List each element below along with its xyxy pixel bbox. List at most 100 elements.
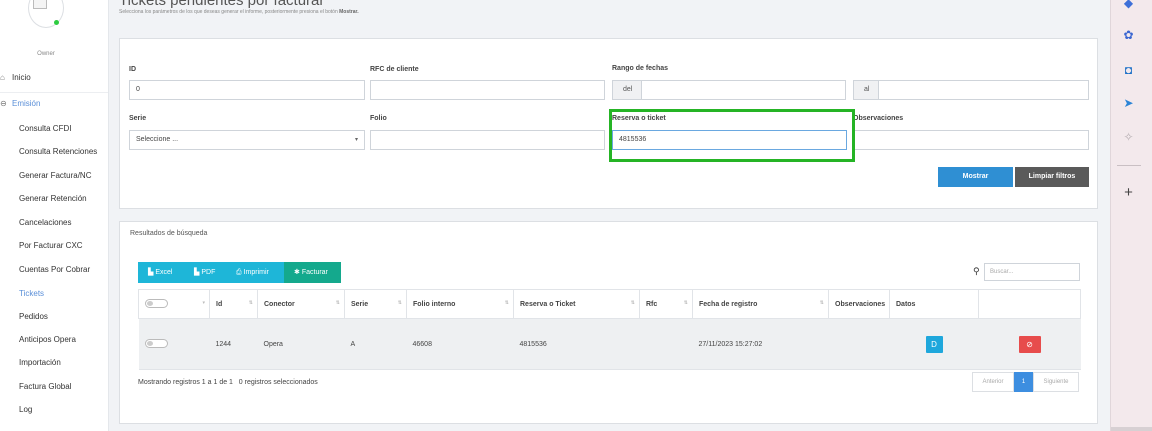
rfc-label: RFC de cliente: [370, 66, 419, 73]
search-input[interactable]: Buscar...: [984, 263, 1080, 281]
column-header-reserva[interactable]: Reserva o Ticket ⇅: [513, 289, 640, 319]
limpiar-filtros-button[interactable]: Limpiar filtros: [1015, 167, 1089, 187]
pager-next-button[interactable]: Siguiente: [1033, 372, 1079, 392]
sidebar-item-tickets[interactable]: Tickets: [19, 289, 109, 298]
mostrar-button[interactable]: Mostrar: [938, 167, 1013, 187]
user-role: Owner: [37, 51, 55, 57]
column-header-conector[interactable]: Conector ⇅: [257, 289, 345, 319]
puzzle-icon[interactable]: ✧: [1121, 130, 1136, 145]
column-header-serie[interactable]: Serie ⇅: [344, 289, 407, 319]
cell-actions: ⊘: [978, 318, 1081, 370]
select-all-toggle-header[interactable]: ▾: [138, 289, 210, 319]
date-to-addon: al: [853, 80, 879, 100]
sidebar-divider: [0, 92, 108, 93]
sort-icon: ⇅: [248, 300, 253, 306]
select-all-toggle[interactable]: [145, 298, 168, 308]
results-title: Resultados de búsqueda: [130, 230, 208, 237]
pdf-button[interactable]: ▙ PDF: [184, 262, 226, 283]
sidebar-item-log[interactable]: Log: [19, 405, 109, 414]
sidebar-item-cancelaciones[interactable]: Cancelaciones: [19, 218, 109, 227]
page-title: Tickets pendientes por facturar: [119, 0, 325, 9]
column-header-rfc[interactable]: Rfc ⇅: [639, 289, 693, 319]
sidebar-item-consulta-retenciones[interactable]: Consulta Retenciones: [19, 147, 109, 156]
sidebar-item-generar-retencion[interactable]: Generar Retención: [19, 194, 109, 203]
right-app-bar: ◆ ✿ ◘ ➤ ✧ +: [1110, 0, 1152, 431]
column-header-folio-interno[interactable]: Folio interno ⇅: [406, 289, 514, 319]
column-header-datos: Datos: [889, 289, 979, 319]
sort-icon: ⇅: [504, 300, 509, 306]
home-icon: ⌂: [0, 73, 5, 82]
eye-off-icon[interactable]: ⊘: [1018, 335, 1041, 353]
printer-icon: ⎙: [236, 269, 242, 276]
date-range-label: Rango de fechas: [612, 65, 669, 72]
cell-reserva: 4815536: [513, 318, 640, 370]
sidebar-item-emision[interactable]: ⊖ Emisión: [0, 99, 108, 108]
chevron-down-icon: ▾: [354, 137, 358, 143]
sidebar-item-por-facturar-cxc[interactable]: Por Facturar CXC: [19, 241, 109, 250]
date-from-addon: del: [612, 80, 642, 100]
sort-icon: ▾: [202, 300, 205, 306]
column-header-observaciones[interactable]: Observaciones: [828, 289, 890, 319]
sidebar-item-importacion[interactable]: Importación: [19, 358, 109, 367]
plus-icon[interactable]: +: [1121, 185, 1136, 200]
cell-id: 1244: [209, 318, 258, 370]
cell-observaciones: [828, 318, 890, 370]
observaciones-input[interactable]: [853, 130, 1089, 150]
datos-button[interactable]: D: [925, 335, 943, 353]
sidebar-item-pedidos[interactable]: Pedidos: [19, 312, 109, 321]
row-select-toggle[interactable]: [144, 338, 168, 348]
folio-input[interactable]: [370, 130, 605, 150]
sort-icon: ⇅: [683, 300, 688, 306]
rightbar-footer: [1111, 427, 1152, 431]
id-input[interactable]: 0: [129, 80, 365, 100]
send-icon[interactable]: ➤: [1121, 96, 1136, 111]
copilot-icon[interactable]: ✿: [1121, 28, 1136, 43]
observaciones-label: Observaciones: [853, 115, 904, 122]
sidebar-item-inicio[interactable]: ⌂ Inicio: [0, 73, 108, 82]
column-header-actions: [978, 289, 1081, 319]
cell-rfc: [639, 318, 693, 370]
column-header-id[interactable]: Id ⇅: [209, 289, 258, 319]
cell-fecha: 27/11/2023 15:27:02: [692, 318, 829, 370]
sort-icon: ⇅: [819, 300, 824, 306]
sidebar-item-factura-global[interactable]: Factura Global: [19, 382, 109, 391]
sidebar-item-cuentas-por-cobrar[interactable]: Cuentas Por Cobrar: [19, 265, 109, 274]
sidebar: Owner ⌂ Inicio ⊖ Emisión Consulta CFDI Con…: [0, 0, 109, 431]
gear-icon: ✱: [294, 269, 300, 276]
cell-conector: Opera: [257, 318, 345, 370]
sort-icon: ⇅: [397, 300, 402, 306]
cell-folio-interno: 46608: [406, 318, 514, 370]
pager-prev-button[interactable]: Anterior: [972, 372, 1014, 392]
id-label: ID: [129, 66, 136, 73]
avatar[interactable]: [28, 0, 64, 28]
cell-serie: A: [344, 318, 407, 370]
rfc-input[interactable]: [370, 80, 605, 100]
table-row[interactable]: 1244 Opera A 46608 4815536 27/11/2023 15…: [138, 318, 1081, 370]
diamond-app-icon[interactable]: ◆: [1121, 0, 1136, 11]
highlight-outline: [609, 109, 855, 162]
serie-label: Serie: [129, 115, 147, 122]
pagination-info: Mostrando registros 1 a 1 de 1 0 registr…: [138, 379, 318, 386]
pager-page-1[interactable]: 1: [1014, 372, 1033, 392]
date-from-input[interactable]: [641, 80, 846, 100]
online-status-dot: [54, 20, 59, 25]
row-select-cell: [138, 318, 210, 370]
imprimir-button[interactable]: ⎙ Imprimir: [226, 262, 284, 283]
circle-arrow-icon: ⊖: [0, 99, 7, 108]
serie-select[interactable]: Seleccione ... ▾: [129, 130, 365, 150]
cell-datos: D: [889, 318, 979, 370]
table-header-row: ▾ Id ⇅ Conector ⇅ Serie ⇅ Folio interno ⇅ Re…: [138, 289, 1081, 319]
search-icon: ⚲: [973, 266, 980, 276]
sort-icon: ⇅: [335, 300, 340, 306]
results-table: ▾ Id ⇅ Conector ⇅ Serie ⇅ Folio interno ⇅ Re…: [138, 289, 1081, 370]
excel-button[interactable]: ▙ Excel: [138, 262, 184, 283]
sidebar-item-anticipos-opera[interactable]: Anticipos Opera: [19, 335, 109, 344]
facturar-button[interactable]: ✱ Facturar: [284, 262, 341, 283]
column-header-fecha[interactable]: Fecha de registro ⇅: [692, 289, 829, 319]
outlook-icon[interactable]: ◘: [1121, 63, 1136, 78]
broken-image-icon: [33, 0, 47, 9]
file-excel-icon: ▙: [148, 269, 154, 276]
sidebar-item-generar-factura[interactable]: Generar Factura/NC: [19, 171, 109, 180]
date-to-input[interactable]: [878, 80, 1089, 100]
sidebar-item-consulta-cfdi[interactable]: Consulta CFDI: [19, 124, 109, 133]
